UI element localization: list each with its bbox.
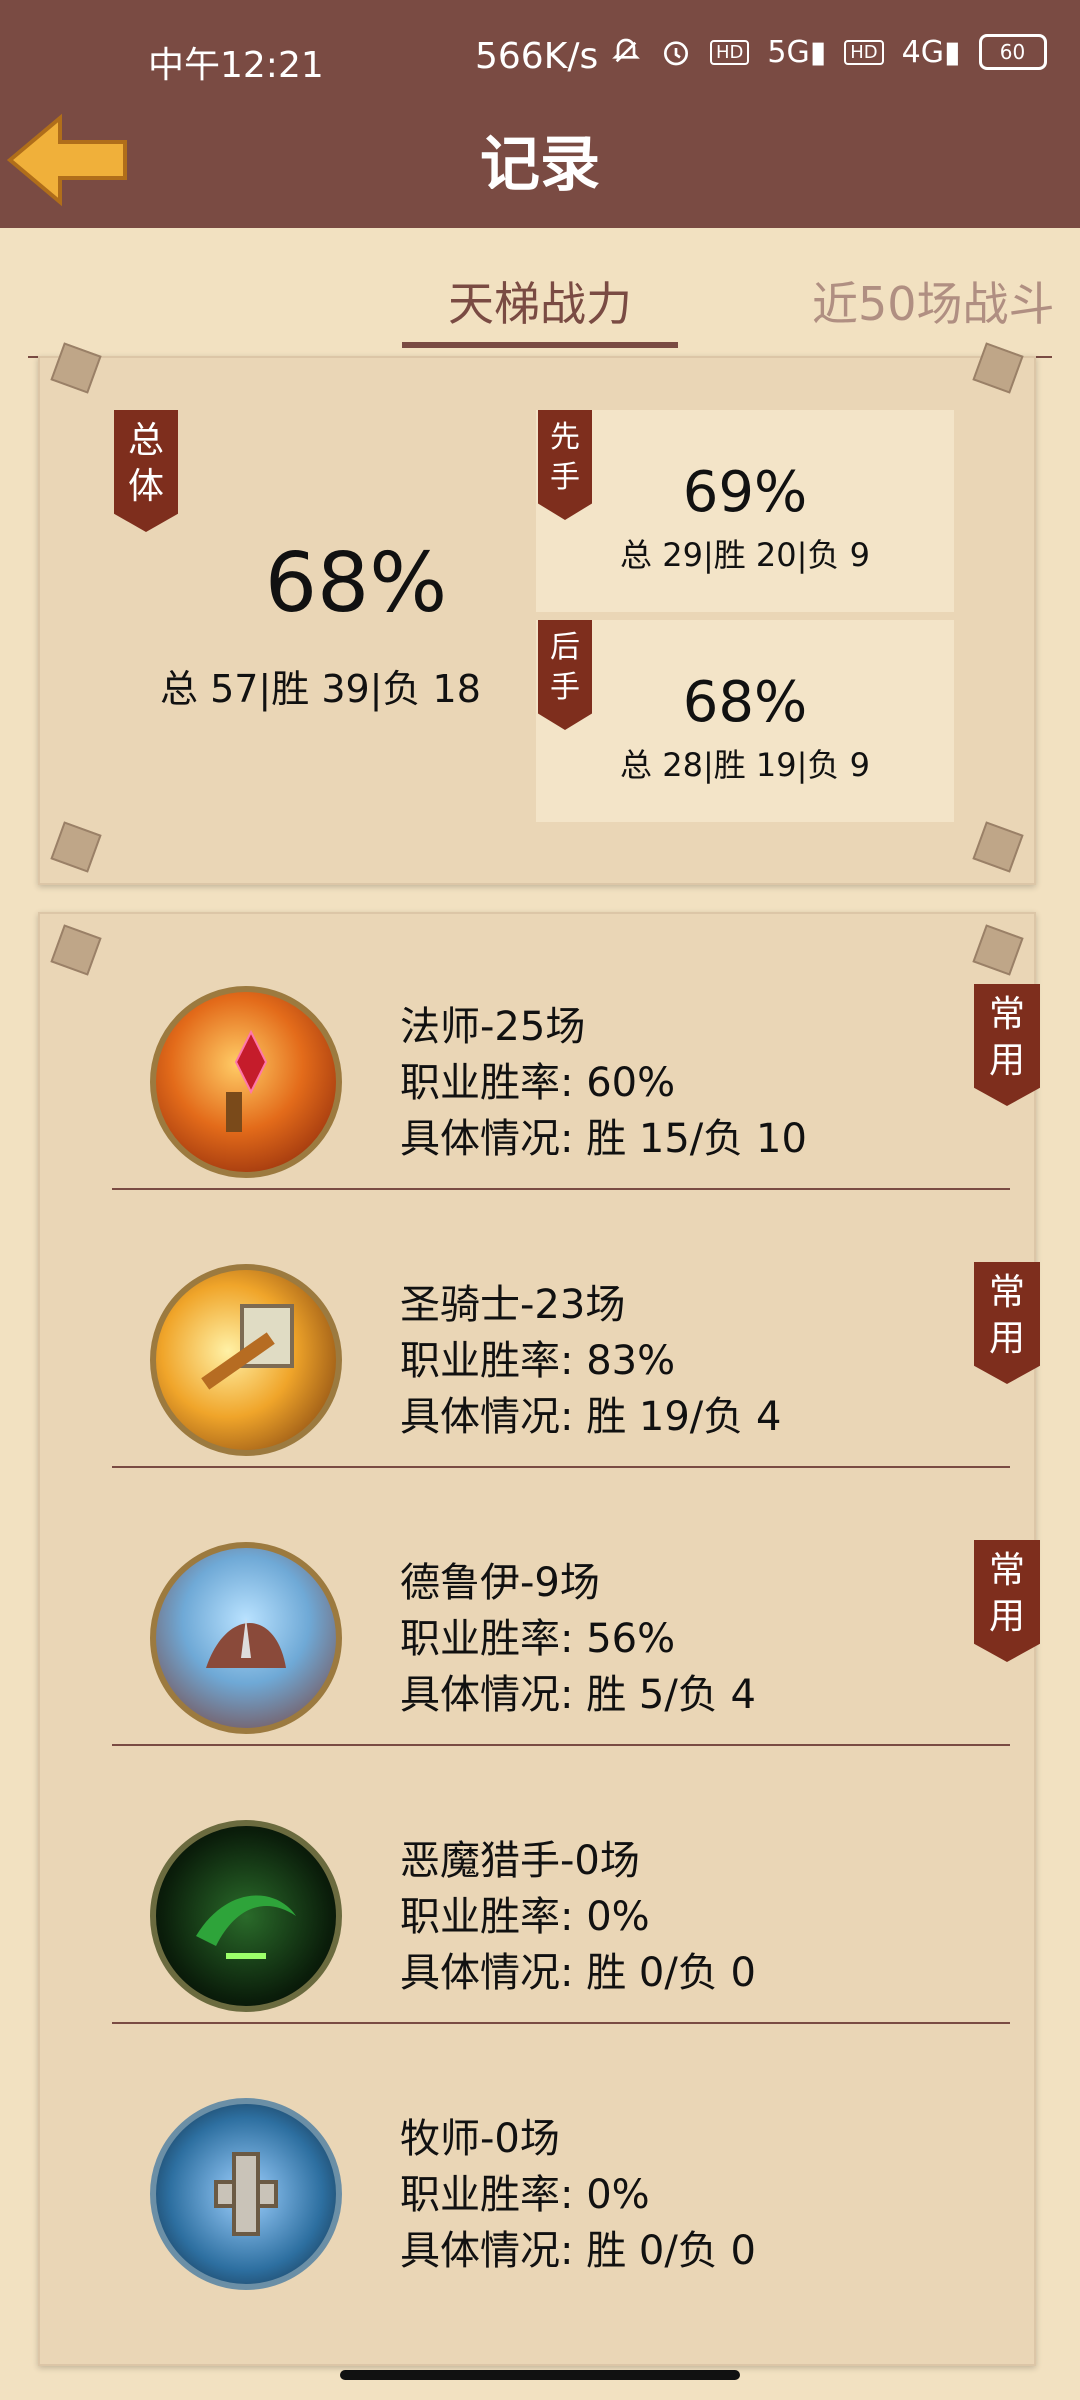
class-row-mage[interactable]: 法师-25场 职业胜率: 60% 具体情况: 胜 15/负 10 常用	[112, 914, 1040, 1190]
signal-5g-label: 5G	[767, 34, 810, 70]
status-icons: HD 5G ▮ HD 4G ▮ 60	[610, 34, 1047, 70]
mage-avatar-icon	[150, 986, 342, 1178]
first-hand-rate: 69%	[682, 460, 808, 525]
class-win-rate: 职业胜率: 0%	[400, 1894, 650, 1940]
signal-4g-icon: 4G ▮	[902, 35, 961, 70]
class-row-druid[interactable]: 德鲁伊-9场 职业胜率: 56% 具体情况: 胜 5/负 4 常用	[112, 1470, 1040, 1746]
class-title: 德鲁伊-9场	[400, 1560, 600, 1606]
class-win-rate: 职业胜率: 56%	[400, 1616, 676, 1662]
page-title: 记录	[480, 130, 600, 200]
class-row-priest[interactable]: 牧师-0场 职业胜率: 0% 具体情况: 胜 0/负 0	[112, 2026, 1010, 2302]
paladin-avatar-icon	[150, 1264, 342, 1456]
second-hand-rate: 68%	[682, 670, 808, 735]
signal-5g-icon: 5G ▮	[767, 35, 826, 70]
class-win-rate: 职业胜率: 60%	[400, 1060, 676, 1106]
status-bar: 中午12:21 566K/s HD 5G ▮ HD 4G ▮ 60	[0, 0, 1080, 120]
class-detail: 具体情况: 胜 0/负 0	[400, 2228, 756, 2274]
alarm-icon	[660, 36, 692, 68]
common-badge: 常用	[974, 984, 1040, 1106]
common-badge: 常用	[974, 1262, 1040, 1384]
row-separator	[112, 1188, 1010, 1190]
hd-icon-2: HD	[844, 39, 884, 65]
corner-deco-bottom-left	[50, 821, 102, 873]
tab-recent-battles[interactable]: 近50场战斗	[812, 268, 1055, 334]
row-separator	[112, 2022, 1010, 2024]
class-detail: 具体情况: 胜 5/负 4	[400, 1672, 756, 1718]
tab-ladder-label: 天梯战力	[448, 277, 632, 331]
overall-detail: 总 57|胜 39|负 18	[160, 667, 481, 711]
demon-hunter-avatar-icon	[150, 1820, 342, 2012]
second-hand-detail: 总 28|胜 19|负 9	[620, 746, 870, 784]
overall-win-rate: 68%	[264, 536, 448, 631]
top-bar: 中午12:21 566K/s HD 5G ▮ HD 4G ▮ 60 记录	[0, 0, 1080, 228]
first-hand-box: 69% 总 29|胜 20|负 9	[536, 410, 954, 612]
battery-icon: 60	[978, 34, 1047, 70]
class-detail: 具体情况: 胜 0/负 0	[400, 1950, 756, 1996]
corner-deco-bottom-right	[972, 821, 1024, 873]
class-row-paladin[interactable]: 圣骑士-23场 职业胜率: 83% 具体情况: 胜 19/负 4 常用	[112, 1192, 1040, 1468]
signal-bars-icon: ▮	[809, 34, 827, 70]
home-indicator[interactable]	[340, 2370, 740, 2380]
tab-bar: 天梯战力 近50场战斗	[0, 228, 1080, 358]
second-hand-ribbon: 后手	[538, 620, 592, 730]
tab-ladder[interactable]: 天梯战力	[402, 268, 678, 348]
hd-icon: HD	[710, 39, 750, 65]
tab-active-indicator	[402, 342, 678, 348]
class-title: 圣骑士-23场	[400, 1282, 626, 1328]
second-hand-box: 68% 总 28|胜 19|负 9	[536, 620, 954, 822]
row-separator	[112, 1466, 1010, 1468]
class-title: 牧师-0场	[400, 2116, 560, 2162]
class-title: 法师-25场	[400, 1004, 586, 1050]
class-row-demon-hunter[interactable]: 恶魔猎手-0场 职业胜率: 0% 具体情况: 胜 0/负 0	[112, 1748, 1010, 2024]
network-speed: 566K/s	[475, 36, 599, 77]
class-title: 恶魔猎手-0场	[400, 1838, 640, 1884]
overall-ribbon: 总体	[114, 410, 178, 532]
summary-panel: 总体 68% 总 57|胜 39|负 18 69% 总 29|胜 20|负 9 …	[38, 342, 1036, 885]
class-detail: 具体情况: 胜 19/负 4	[400, 1394, 782, 1440]
common-badge: 常用	[974, 1540, 1040, 1662]
class-detail: 具体情况: 胜 15/负 10	[400, 1116, 807, 1162]
priest-avatar-icon	[150, 2098, 342, 2290]
class-win-rate: 职业胜率: 83%	[400, 1338, 676, 1384]
signal-4g-label: 4G	[901, 34, 945, 70]
mute-bell-icon	[610, 36, 642, 68]
class-stats-panel: 法师-25场 职业胜率: 60% 具体情况: 胜 15/负 10 常用 圣骑士-…	[38, 912, 1040, 2366]
corner-deco-top-left-2	[50, 924, 102, 976]
row-separator	[112, 1744, 1010, 1746]
druid-avatar-icon	[150, 1542, 342, 1734]
class-win-rate: 职业胜率: 0%	[400, 2172, 650, 2218]
first-hand-detail: 总 29|胜 20|负 9	[620, 536, 870, 574]
status-time: 中午12:21	[148, 45, 324, 86]
signal-bars-icon-2: ▮	[944, 34, 961, 70]
first-hand-ribbon: 先手	[538, 410, 592, 520]
